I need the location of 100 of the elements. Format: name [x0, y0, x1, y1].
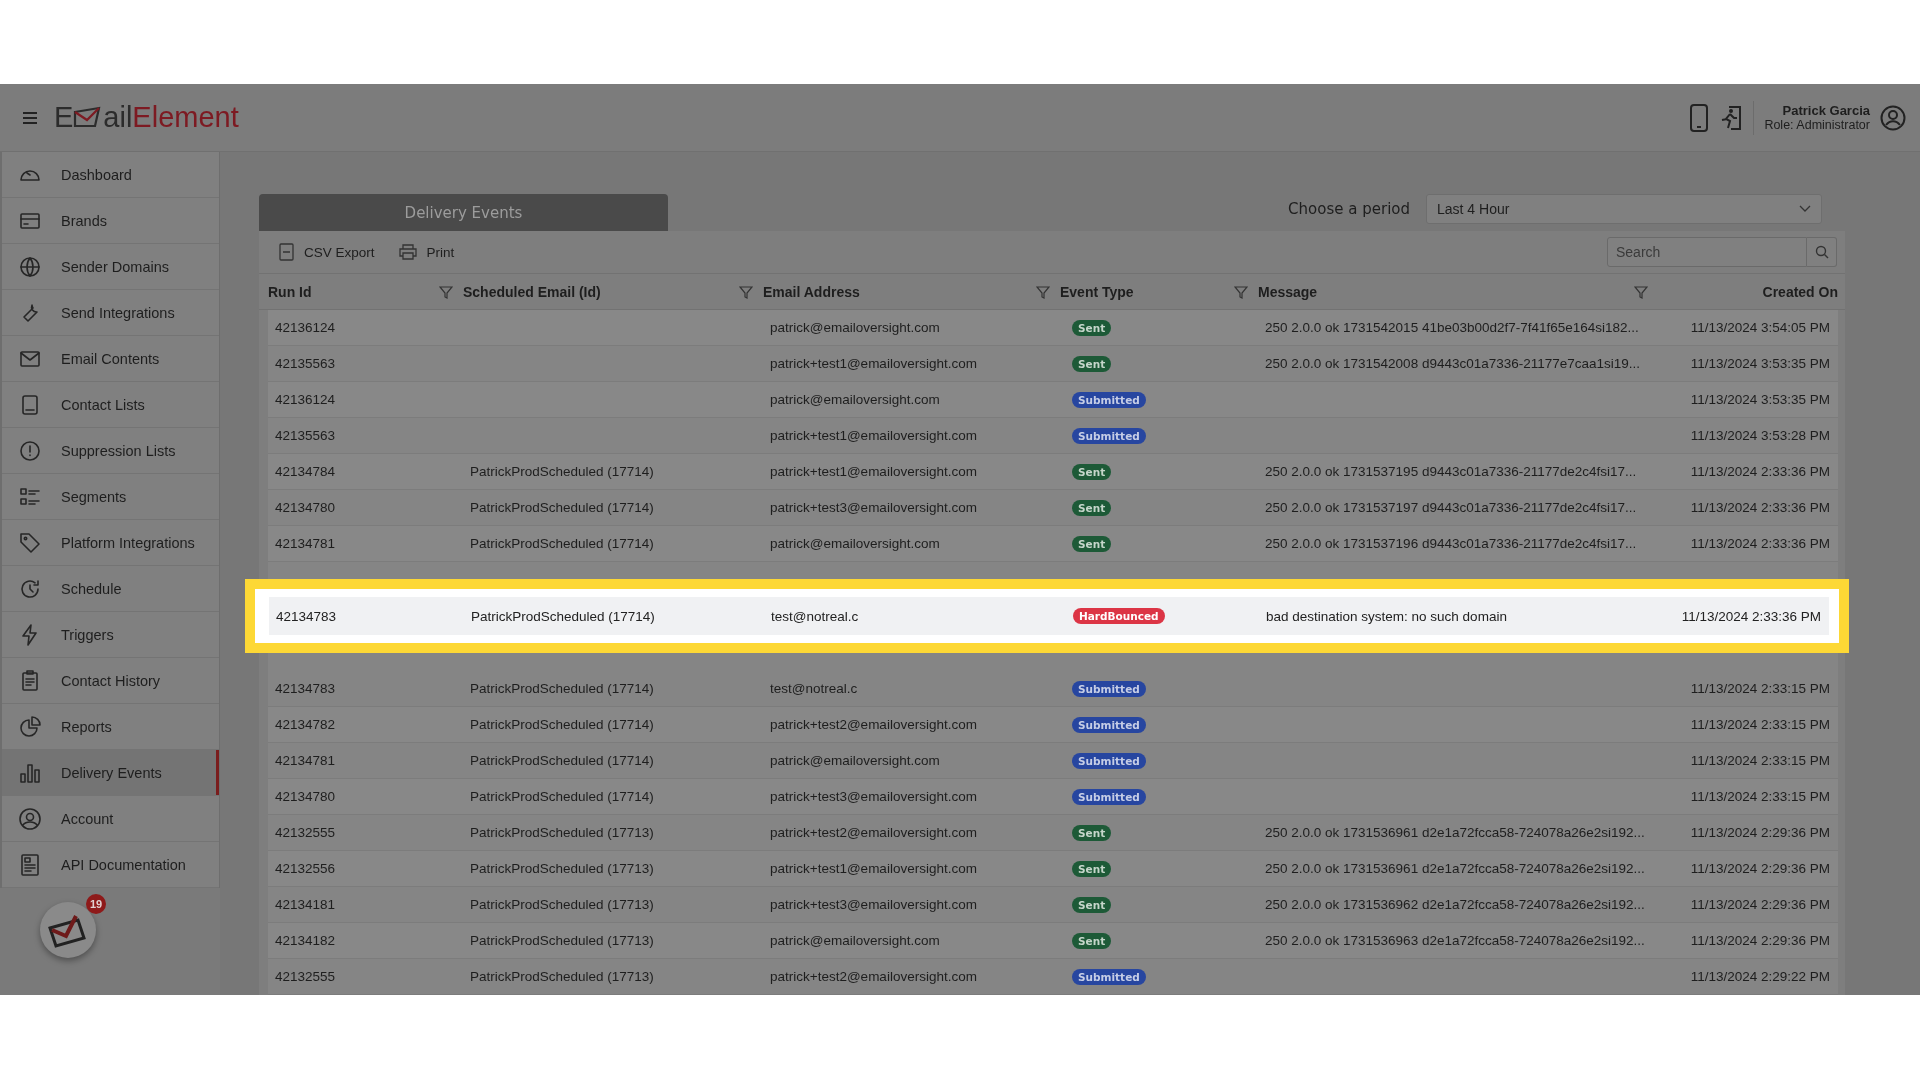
column-header[interactable]: Event Type [1060, 283, 1134, 300]
chevron-down-icon [1799, 205, 1811, 213]
filter-icon[interactable] [439, 284, 453, 299]
table-cell-text: 42134780 [275, 500, 337, 515]
phone-icon[interactable] [1689, 103, 1710, 132]
avatar-icon[interactable] [1880, 104, 1906, 131]
table-cell-text: patrick+test1@emailoversight.com [770, 861, 978, 876]
table-cell-text: 42134782 [275, 717, 337, 732]
pie-chart-icon [18, 714, 42, 739]
search-field[interactable]: Search [1607, 237, 1807, 267]
filter-icon[interactable] [739, 284, 753, 299]
sidebar-item[interactable]: Send Integrations [2, 290, 219, 336]
table-cell-text: patrick@emailoversight.com [770, 753, 941, 768]
alert-icon [18, 438, 42, 463]
search-button[interactable] [1807, 237, 1837, 267]
printer-icon [398, 244, 417, 260]
event-badge: Submitted [1072, 427, 1146, 444]
table-cell-text: patrick+test2@emailoversight.com [770, 717, 978, 732]
table-cell-text: PatrickProdScheduled (17713) [470, 969, 655, 984]
table-cell-text: 42134181 [275, 897, 337, 912]
table-cell-text: 42134182 [275, 933, 337, 948]
event-badge: Submitted [1072, 391, 1146, 408]
table-cell-text: 42132555 [275, 825, 337, 840]
event-badge: Sent [1072, 932, 1112, 949]
event-badge: Submitted [1072, 788, 1146, 805]
period-select[interactable]: Last 4 Hour [1426, 194, 1822, 224]
tab[interactable]: Delivery Events [259, 194, 668, 231]
column-header[interactable]: Run Id [268, 283, 312, 300]
table-cell-text: test@notreal.c [771, 608, 860, 624]
table-cell-text: 42134780 [275, 789, 337, 804]
table-cell-text: PatrickProdScheduled (17714) [470, 500, 655, 515]
sidebar-item[interactable]: Contact Lists [2, 382, 219, 428]
table-cell-text: PatrickProdScheduled (17714) [470, 681, 655, 696]
sidebar-item[interactable]: Platform Integrations [2, 520, 219, 566]
sidebar-item[interactable]: Triggers [2, 612, 219, 658]
table-cell-text: 250 2.0.0 ok 1731542008 d9443c01a7336-21177e7caa1si19... [1265, 356, 1642, 371]
filter-icon[interactable] [1036, 284, 1050, 299]
globe-icon [18, 254, 42, 279]
table-cell-text: test@notreal.c [770, 681, 859, 696]
sidebar-item[interactable]: Sender Domains [2, 244, 219, 290]
table-cell-text: 250 2.0.0 ok 1731542015 41be03b00d2f7-7f41f65e164si182... [1265, 320, 1640, 335]
table-cell-text: 11/13/2024 2:29:36 PM [1689, 897, 1831, 912]
column-header[interactable]: Created On [1762, 283, 1838, 300]
table-cell-text: PatrickProdScheduled (17713) [470, 861, 655, 876]
table-cell-text: 42134783 [275, 681, 337, 696]
sidebar-item[interactable]: Brands [2, 198, 219, 244]
table-cell-text: 250 2.0.0 ok 1731536961 d2e1a72fcca58-724078a26e2si192... [1265, 825, 1646, 840]
sidebar-item[interactable]: Contact History [2, 658, 219, 704]
column-header[interactable]: Email Address [763, 283, 860, 300]
sidebar-item[interactable]: Account [2, 796, 219, 842]
column-header[interactable]: Scheduled Email (Id) [463, 283, 601, 300]
period-label: Choose a period [1288, 200, 1410, 218]
sidebar-item[interactable]: Segments [2, 474, 219, 520]
sidebar-item[interactable]: Reports [2, 704, 219, 750]
logo[interactable]: E ailElement [54, 101, 239, 134]
event-badge: Sent [1072, 896, 1112, 913]
table-cell-text: PatrickProdScheduled (17713) [470, 897, 655, 912]
table-cell-text: patrick@emailoversight.com [770, 320, 941, 335]
table-cell-text: 42136124 [275, 320, 337, 335]
table-cell-text: 42134784 [275, 464, 337, 479]
toolbar-button[interactable]: Print [398, 244, 455, 260]
table-cell-text: PatrickProdScheduled (17714) [470, 536, 655, 551]
table-cell-text: 11/13/2024 2:33:36 PM [1680, 608, 1822, 624]
table-cell-text: PatrickProdScheduled (17713) [470, 825, 655, 840]
toolbar-button[interactable]: CSV Export [279, 243, 375, 261]
table-cell-text: 250 2.0.0 ok 1731536961 d2e1a72fcca58-724078a26e2si192... [1265, 861, 1646, 876]
table-cell-text: 42132555 [275, 969, 337, 984]
table-cell-text: 11/13/2024 2:33:36 PM [1689, 464, 1831, 479]
table-cell-text: 11/13/2024 2:29:22 PM [1689, 969, 1831, 984]
table-cell-text: 250 2.0.0 ok 1731537196 d9443c01a7336-21177de2c4fsi17... [1265, 536, 1638, 551]
menu-icon[interactable] [22, 110, 38, 125]
user-name: Patrick Garcia [1782, 103, 1870, 118]
table-cell-text: 42136124 [275, 392, 337, 407]
event-badge: Submitted [1072, 680, 1146, 697]
table-cell-text: 11/13/2024 3:54:05 PM [1689, 320, 1831, 335]
sidebar-item[interactable]: Email Contents [2, 336, 219, 382]
event-badge: Sent [1072, 355, 1112, 372]
exit-icon[interactable] [1719, 103, 1744, 132]
event-badge: Sent [1072, 535, 1112, 552]
filter-icon[interactable] [1634, 284, 1648, 299]
column-header[interactable]: Message [1258, 283, 1318, 300]
table-cell-text: 42135563 [275, 428, 337, 443]
table-row[interactable]: 42134783 PatrickProdScheduled (17714) test@notreal.c HardBounced bad destination system: no such domain 11/13/2024 2:33:36 PM [269, 597, 1829, 635]
filter-icon[interactable] [1234, 284, 1248, 299]
user-circle-icon [18, 806, 42, 831]
event-badge: Sent [1072, 824, 1112, 841]
table-cell-text: PatrickProdScheduled (17714) [471, 608, 656, 624]
table-cell-text: 42134781 [275, 753, 337, 768]
sidebar-item[interactable]: Schedule [2, 566, 219, 612]
sidebar-item[interactable]: Delivery Events [2, 750, 219, 796]
table-cell-text: 11/13/2024 2:33:15 PM [1689, 717, 1831, 732]
sidebar-item[interactable]: API Documentation [2, 842, 219, 888]
table-cell-text: 11/13/2024 2:33:36 PM [1689, 536, 1831, 551]
event-badge: Submitted [1072, 716, 1146, 733]
sidebar-item[interactable]: Suppression Lists [2, 428, 219, 474]
table-cell-text: patrick+test2@emailoversight.com [770, 969, 978, 984]
user-role: Role: Administrator [1764, 117, 1870, 132]
tag-icon [18, 530, 42, 555]
sidebar-item[interactable]: Dashboard [2, 152, 219, 198]
search-icon[interactable] [1814, 245, 1829, 259]
